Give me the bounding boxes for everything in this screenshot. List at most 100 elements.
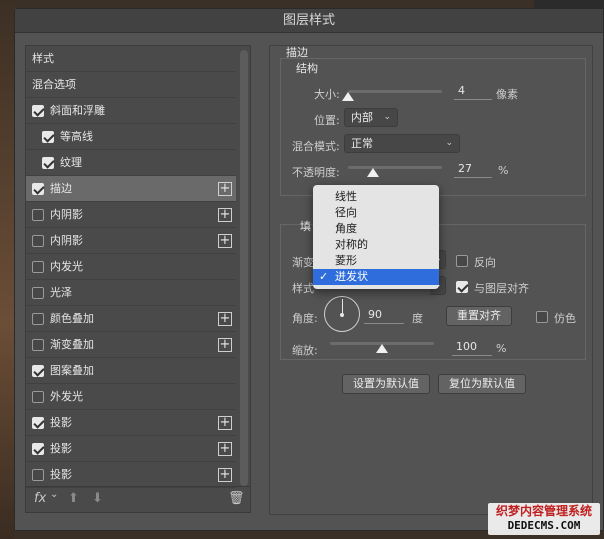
style-list-item[interactable]: 颜色叠加 + xyxy=(26,306,236,332)
add-effect-icon[interactable]: + xyxy=(218,442,232,456)
style-list-item[interactable]: 内发光 xyxy=(26,254,236,280)
style-list-item[interactable]: 内阴影 + xyxy=(26,228,236,254)
blend-mode-select[interactable]: 正常 ⌄ xyxy=(344,134,460,153)
style-list: 样式 混合选项 斜面和浮雕 等高线 纹理 描边 + 内阴影 + 内阴影 + 内发光 光泽 颜色叠加 + 渐变叠… xyxy=(26,46,236,488)
dropdown-option-label: 迸发状 xyxy=(335,270,368,283)
style-item-label: 图案叠加 xyxy=(50,364,94,377)
style-list-scrollbar[interactable] xyxy=(240,50,248,486)
blend-mode-label: 混合模式: xyxy=(292,140,340,153)
move-down-icon[interactable]: ⬇ xyxy=(92,491,103,506)
style-list-footer: fx ⌄ ⬆ ⬇ 🗑 xyxy=(26,486,250,512)
style-checkbox[interactable] xyxy=(32,313,44,325)
angle-input[interactable]: 90 xyxy=(364,306,404,324)
style-item-label: 描边 xyxy=(50,182,72,195)
add-effect-icon[interactable]: + xyxy=(218,182,232,196)
blend-mode-value: 正常 xyxy=(351,137,373,150)
style-item-label: 投影 xyxy=(50,442,72,455)
style-list-item[interactable]: 渐变叠加 + xyxy=(26,332,236,358)
style-checkbox[interactable] xyxy=(42,157,54,169)
opacity-unit: % xyxy=(498,164,509,177)
dropdown-option[interactable]: 径向 xyxy=(313,205,439,221)
dropdown-option[interactable]: 对称的 xyxy=(313,237,439,253)
style-checkbox[interactable] xyxy=(32,391,44,403)
add-effect-icon[interactable]: + xyxy=(218,234,232,248)
add-effect-icon[interactable]: + xyxy=(218,338,232,352)
add-effect-icon[interactable]: + xyxy=(218,468,232,482)
move-up-icon[interactable]: ⬆ xyxy=(68,491,79,506)
fx-icon[interactable]: fx xyxy=(34,491,46,506)
align-with-layer-label: 与图层对齐 xyxy=(474,282,529,295)
style-list-item[interactable]: 外发光 xyxy=(26,384,236,410)
set-default-button[interactable]: 设置为默认值 xyxy=(342,374,430,394)
style-list-item[interactable]: 斜面和浮雕 xyxy=(26,98,236,124)
style-item-label: 混合选项 xyxy=(32,78,76,91)
style-checkbox[interactable] xyxy=(32,365,44,377)
style-list-item[interactable]: 内阴影 + xyxy=(26,202,236,228)
gradient-style-dropdown[interactable]: 线性径向角度 对称的 菱形 ✓ 迸发状 xyxy=(313,185,439,289)
style-checkbox[interactable] xyxy=(32,443,44,455)
dropdown-option-label: 径向 xyxy=(335,206,357,219)
style-list-item[interactable]: 投影 + xyxy=(26,462,236,488)
style-checkbox[interactable] xyxy=(42,131,54,143)
style-item-label: 投影 xyxy=(50,416,72,429)
style-list-item[interactable]: 样式 xyxy=(26,46,236,72)
trash-icon[interactable]: 🗑 xyxy=(228,491,245,506)
angle-dial[interactable] xyxy=(324,296,360,332)
dropdown-option[interactable]: 菱形 xyxy=(313,253,439,269)
style-list-item[interactable]: 投影 + xyxy=(26,410,236,436)
style-checkbox[interactable] xyxy=(32,339,44,351)
add-effect-icon[interactable]: + xyxy=(218,416,232,430)
scale-input[interactable]: 100 xyxy=(452,338,492,356)
style-item-label: 内阴影 xyxy=(50,234,83,247)
size-slider[interactable] xyxy=(348,90,442,93)
opacity-slider[interactable] xyxy=(348,166,442,169)
align-with-layer-checkbox[interactable] xyxy=(456,281,468,293)
reverse-label: 反向 xyxy=(474,256,496,269)
fx-chevron-icon[interactable]: ⌄ xyxy=(50,489,58,500)
style-list-item[interactable]: 纹理 xyxy=(26,150,236,176)
style-checkbox[interactable] xyxy=(32,105,44,117)
reset-alignment-button[interactable]: 重置对齐 xyxy=(446,306,512,326)
style-item-label: 颜色叠加 xyxy=(50,312,94,325)
style-list-item[interactable]: 混合选项 xyxy=(26,72,236,98)
scale-slider-thumb[interactable] xyxy=(376,344,388,353)
style-list-item[interactable]: 投影 + xyxy=(26,436,236,462)
style-checkbox[interactable] xyxy=(32,469,44,481)
dropdown-option[interactable]: 角度 xyxy=(313,221,439,237)
gradient-label: 渐变 xyxy=(292,256,314,269)
opacity-input[interactable]: 27 xyxy=(454,160,492,178)
style-checkbox[interactable] xyxy=(32,417,44,429)
style-item-label: 光泽 xyxy=(50,286,72,299)
dither-checkbox[interactable] xyxy=(536,311,548,323)
style-checkbox[interactable] xyxy=(32,209,44,221)
structure-title: 结构 xyxy=(296,62,318,75)
style-list-item[interactable]: 描边 + xyxy=(26,176,236,202)
dropdown-option-label: 线性 xyxy=(335,190,357,203)
style-list-item[interactable]: 等高线 xyxy=(26,124,236,150)
dropdown-option[interactable]: 线性 xyxy=(313,189,439,205)
style-checkbox[interactable] xyxy=(32,183,44,195)
position-select[interactable]: 内部 ⌄ xyxy=(344,108,398,127)
style-checkbox[interactable] xyxy=(32,287,44,299)
add-effect-icon[interactable]: + xyxy=(218,312,232,326)
add-effect-icon[interactable]: + xyxy=(218,208,232,222)
style-item-label: 等高线 xyxy=(60,130,93,143)
style-item-label: 外发光 xyxy=(50,390,83,403)
opacity-slider-thumb[interactable] xyxy=(367,168,380,177)
style-item-label: 渐变叠加 xyxy=(50,338,94,351)
style-list-item[interactable]: 光泽 xyxy=(26,280,236,306)
style-checkbox[interactable] xyxy=(32,261,44,273)
dropdown-option[interactable]: ✓ 迸发状 xyxy=(313,269,439,285)
style-list-item[interactable]: 图案叠加 xyxy=(26,358,236,384)
chevron-down-icon: ⌄ xyxy=(383,112,391,122)
watermark-logo: 织梦内容管理系统 DEDECMS.COM xyxy=(488,503,600,535)
reset-default-button[interactable]: 复位为默认值 xyxy=(438,374,526,394)
chevron-down-icon: ⌄ xyxy=(445,138,453,148)
opacity-label: 不透明度: xyxy=(292,166,340,179)
size-unit: 像素 xyxy=(496,88,518,101)
size-input[interactable]: 4 xyxy=(454,82,492,100)
reverse-checkbox[interactable] xyxy=(456,255,468,267)
style-checkbox[interactable] xyxy=(32,235,44,247)
size-slider-thumb[interactable] xyxy=(342,92,354,101)
angle-unit: 度 xyxy=(412,312,423,325)
